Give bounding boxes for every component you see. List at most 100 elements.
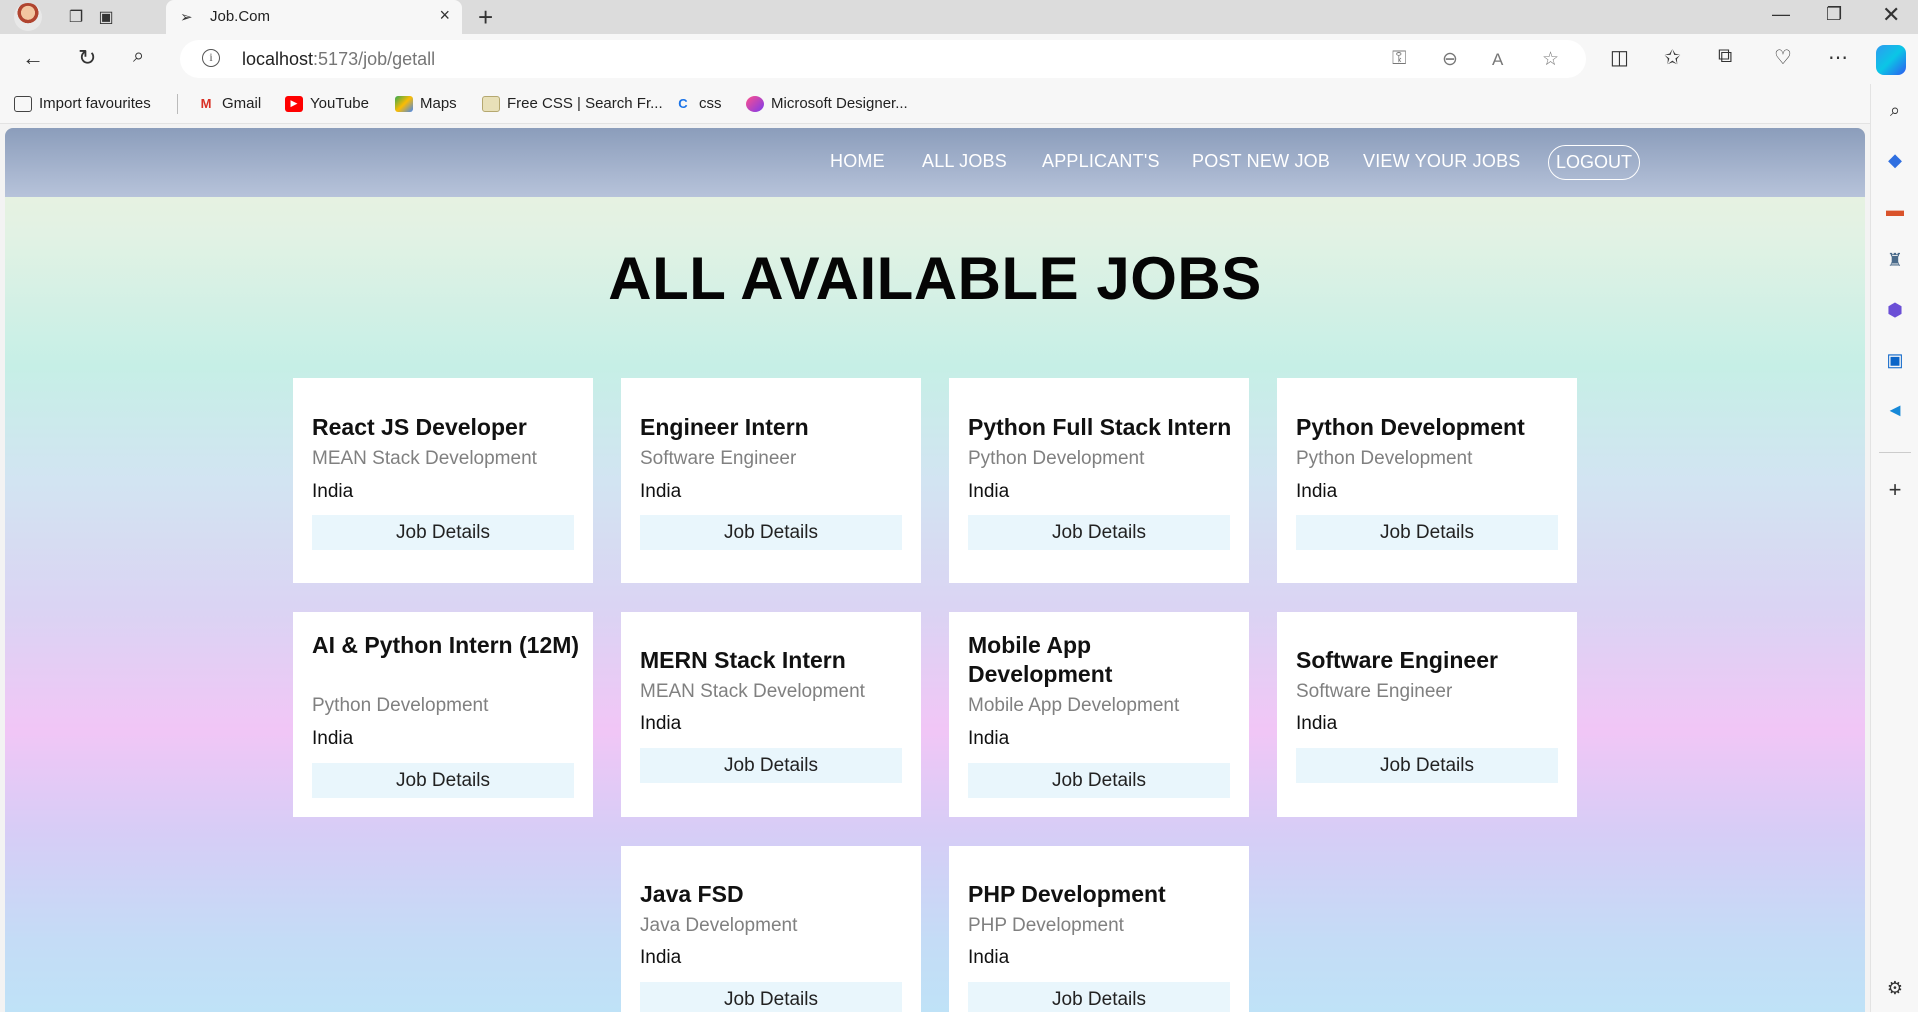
job-card: Software Engineer Software Engineer Indi… <box>1277 612 1577 817</box>
bookmark-designer[interactable]: Microsoft Designer... <box>746 95 908 112</box>
tab-title: Job.Com <box>210 8 271 25</box>
sidebar-search-icon[interactable]: ⌕ <box>1883 98 1907 122</box>
close-tab-icon[interactable]: × <box>439 5 450 26</box>
job-details-button[interactable]: Job Details <box>640 982 902 1012</box>
shopping-tag-icon[interactable]: ◆ <box>1883 148 1907 172</box>
copilot-icon[interactable] <box>1876 45 1906 75</box>
new-tab-icon[interactable]: + <box>478 2 493 33</box>
favorite-star-icon[interactable]: ☆ <box>1542 48 1559 71</box>
outlook-icon[interactable]: ▣ <box>1883 348 1907 372</box>
job-category: Python Development <box>968 448 1145 469</box>
more-options-icon[interactable]: ⋯ <box>1828 45 1848 70</box>
job-details-button[interactable]: Job Details <box>640 748 902 783</box>
nav-view-your-jobs[interactable]: VIEW YOUR JOBS <box>1363 151 1521 172</box>
logout-button[interactable]: LOGOUT <box>1548 145 1640 180</box>
youtube-icon: ▶ <box>285 95 303 112</box>
bookmark-label: Import favourites <box>39 95 151 112</box>
job-card: Python Development Python Development In… <box>1277 378 1577 583</box>
job-category: Software Engineer <box>1296 681 1453 702</box>
add-sidebar-icon[interactable]: + <box>1883 477 1907 502</box>
job-title: Software Engineer <box>1296 647 1498 673</box>
job-title: Java FSD <box>640 881 744 907</box>
edge-sidebar: ⌕ ◆ ▬ ♜ ⬢ ▣ ◄ + ⚙ <box>1870 84 1918 1012</box>
job-category: Python Development <box>312 695 489 716</box>
microsoft-365-icon[interactable]: ⬢ <box>1883 298 1907 322</box>
read-aloud-icon[interactable]: A <box>1492 50 1503 70</box>
bookmark-css[interactable]: C css <box>674 95 721 112</box>
collections-icon[interactable]: ⧉ <box>1718 45 1732 68</box>
site-navbar: HOME ALL JOBS APPLICANT'S POST NEW JOB V… <box>5 128 1865 197</box>
import-icon <box>14 95 32 112</box>
freecss-icon <box>482 95 500 112</box>
job-card: Python Full Stack Intern Python Developm… <box>949 378 1249 583</box>
job-details-button[interactable]: Job Details <box>968 515 1230 550</box>
job-card: PHP Development PHP Development India Jo… <box>949 846 1249 1012</box>
site-info-icon[interactable]: i <box>202 49 220 67</box>
bookmark-gmail[interactable]: M Gmail <box>197 95 262 112</box>
nav-post-new-job[interactable]: POST NEW JOB <box>1192 151 1330 172</box>
job-country: India <box>968 481 1010 502</box>
search-icon[interactable]: ⌕ <box>133 45 144 68</box>
minimize-icon[interactable]: — <box>1772 4 1790 25</box>
address-toolbar: ← ↻ ⌕ i localhost:5173/job/getall ⚿ ⊖ A … <box>0 34 1918 84</box>
bookmark-label: Free CSS | Search Fr... <box>507 95 663 112</box>
active-tab[interactable]: ➢ Job.Com × <box>166 0 462 34</box>
bookmark-label: Maps <box>420 95 457 112</box>
profile-avatar[interactable] <box>14 3 42 31</box>
favorites-icon[interactable]: ✩ <box>1664 45 1681 70</box>
tools-briefcase-icon[interactable]: ▬ <box>1883 198 1907 222</box>
bookmark-youtube[interactable]: ▶ YouTube <box>285 95 369 112</box>
job-details-button[interactable]: Job Details <box>312 763 574 798</box>
refresh-icon[interactable]: ↻ <box>78 45 96 71</box>
job-category: Software Engineer <box>640 448 797 469</box>
bookmark-maps[interactable]: Maps <box>395 95 457 112</box>
job-details-button[interactable]: Job Details <box>312 515 574 550</box>
job-details-button[interactable]: Job Details <box>1296 515 1558 550</box>
sidebar-settings-icon[interactable]: ⚙ <box>1883 976 1907 1000</box>
zoom-out-icon[interactable]: ⊖ <box>1442 48 1458 71</box>
maps-icon <box>395 95 413 112</box>
job-country: India <box>968 728 1010 749</box>
drop-icon[interactable]: ◄ <box>1883 398 1907 422</box>
job-country: India <box>640 713 682 734</box>
job-title: Python Development <box>1296 414 1525 440</box>
nav-applicants[interactable]: APPLICANT'S <box>1042 151 1160 172</box>
job-title: React JS Developer <box>312 414 527 440</box>
restore-icon[interactable]: ❐ <box>1826 4 1842 25</box>
key-icon[interactable]: ⚿ <box>1392 48 1406 70</box>
gmail-icon: M <box>200 96 212 111</box>
back-icon[interactable]: ← <box>22 45 44 71</box>
split-screen-icon[interactable]: ◫ <box>1610 45 1629 70</box>
sidebar-divider <box>1879 452 1911 453</box>
job-details-button[interactable]: Job Details <box>1296 748 1558 783</box>
address-bar[interactable]: i localhost:5173/job/getall ⚿ ⊖ A ☆ <box>180 40 1586 78</box>
job-details-button[interactable]: Job Details <box>968 763 1230 798</box>
nav-home[interactable]: HOME <box>830 151 885 172</box>
job-title: Engineer Intern <box>640 414 809 440</box>
vertical-tabs-icon[interactable]: ▣ <box>94 5 118 29</box>
window-close-icon[interactable]: ✕ <box>1882 2 1900 28</box>
job-title: MERN Stack Intern <box>640 647 846 673</box>
bookmark-label: Gmail <box>222 95 262 112</box>
job-country: India <box>312 728 354 749</box>
job-country: India <box>640 481 682 502</box>
job-details-button[interactable]: Job Details <box>640 515 902 550</box>
bookmark-label: YouTube <box>310 95 369 112</box>
nav-all-jobs[interactable]: ALL JOBS <box>922 151 1007 172</box>
job-card: Engineer Intern Software Engineer India … <box>621 378 921 583</box>
bookmark-freecss[interactable]: Free CSS | Search Fr... <box>482 95 663 112</box>
job-category: PHP Development <box>968 915 1124 936</box>
page-title: ALL AVAILABLE JOBS <box>608 245 1262 312</box>
job-card: MERN Stack Intern MEAN Stack Development… <box>621 612 921 817</box>
job-details-button[interactable]: Job Details <box>968 982 1230 1012</box>
job-card: AI & Python Intern (12M) Python Developm… <box>293 612 593 817</box>
url-text[interactable]: localhost:5173/job/getall <box>242 49 435 70</box>
job-country: India <box>312 481 354 502</box>
bookmark-import[interactable]: Import favourites <box>14 95 151 112</box>
job-category: MEAN Stack Development <box>312 448 537 469</box>
job-title: PHP Development <box>968 881 1166 907</box>
workspaces-icon[interactable]: ❐ <box>64 5 88 29</box>
games-icon[interactable]: ♜ <box>1883 248 1907 272</box>
job-card: React JS Developer MEAN Stack Developmen… <box>293 378 593 583</box>
browser-essentials-icon[interactable]: ♡ <box>1774 45 1792 70</box>
